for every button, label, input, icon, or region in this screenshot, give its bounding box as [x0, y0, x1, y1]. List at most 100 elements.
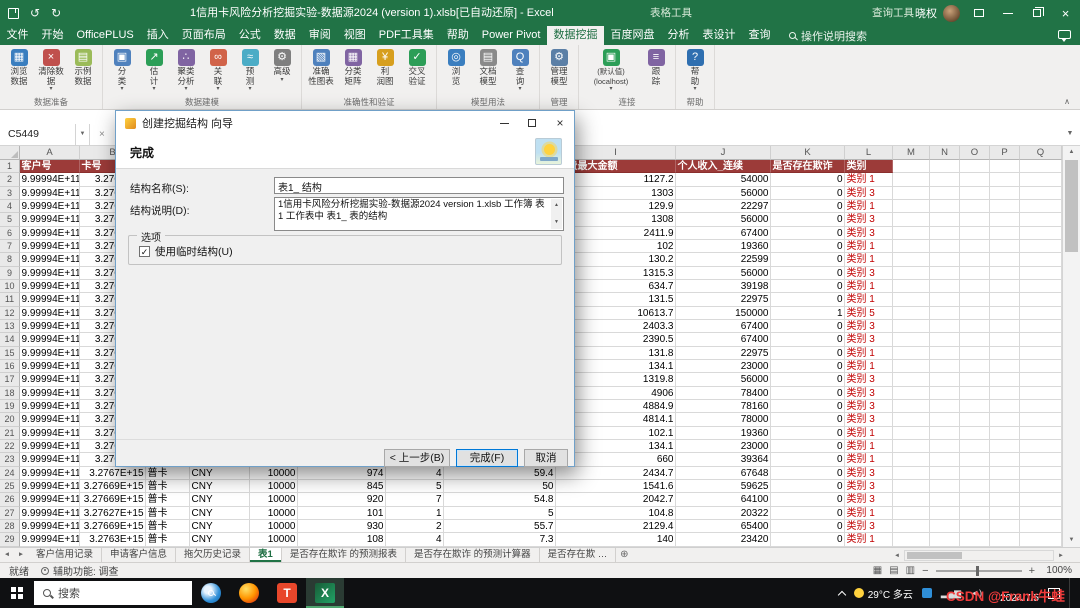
cell-O13[interactable]	[960, 319, 990, 334]
ribbon-tab-文件[interactable]: 文件	[0, 26, 35, 45]
cell-M3[interactable]	[893, 186, 930, 200]
cell-A21[interactable]: 9.99994E+11	[20, 426, 80, 440]
cell-Q21[interactable]	[1020, 426, 1062, 440]
cell-O26[interactable]	[960, 493, 990, 507]
cell-J8[interactable]: 22599	[676, 253, 771, 267]
cell-Q17[interactable]	[1020, 373, 1062, 387]
cell-N6[interactable]	[930, 226, 960, 240]
desc-scrollbar[interactable]: ▲ ▼	[551, 199, 562, 229]
cell-M22[interactable]	[893, 439, 930, 454]
cell-Q12[interactable]	[1020, 306, 1062, 320]
cell-P14[interactable]	[990, 333, 1020, 347]
cell-F27[interactable]: 101	[298, 506, 386, 520]
sheet-tab-是否存在欺诈 的预测计算器[interactable]: 是否存在欺诈 的预测计算器	[406, 548, 540, 562]
cell-N1[interactable]	[930, 160, 960, 174]
cell-J20[interactable]: 78000	[676, 413, 771, 427]
cell-E28[interactable]: 10000	[250, 519, 298, 534]
cell-F25[interactable]: 845	[298, 479, 386, 494]
cell-D27[interactable]: CNY	[190, 506, 250, 520]
cell-Q28[interactable]	[1020, 519, 1062, 534]
cell-O27[interactable]	[960, 506, 990, 520]
cell-Q24[interactable]	[1020, 466, 1062, 480]
cell-N20[interactable]	[930, 413, 960, 427]
cell-L13[interactable]: 类别 3	[845, 319, 893, 334]
cell-B27[interactable]: 3.27627E+15	[80, 506, 146, 520]
cell-F26[interactable]: 920	[298, 493, 386, 507]
cell-A17[interactable]: 9.99994E+11	[20, 373, 80, 387]
avatar[interactable]	[943, 4, 960, 22]
cell-O2[interactable]	[960, 173, 990, 187]
cell-O10[interactable]	[960, 279, 990, 294]
cell-J2[interactable]: 54000	[676, 173, 771, 187]
cell-K9[interactable]: 0	[771, 266, 845, 280]
cell-O8[interactable]	[960, 253, 990, 267]
cell-L14[interactable]: 类别 3	[845, 333, 893, 347]
cell-L22[interactable]: 类别 1	[845, 439, 893, 454]
cell-O17[interactable]	[960, 373, 990, 387]
cell-J4[interactable]: 22297	[676, 199, 771, 214]
sheet-tab-是否存在欺 …[interactable]: 是否存在欺 …	[540, 548, 617, 562]
account-area[interactable]: 晓权	[915, 0, 960, 26]
cell-A8[interactable]: 9.99994E+11	[20, 253, 80, 267]
new-sheet-button[interactable]: ⊕	[616, 548, 632, 562]
cell-K3[interactable]: 0	[771, 186, 845, 200]
dialog-close-button[interactable]: ×	[546, 111, 574, 135]
cell-O12[interactable]	[960, 306, 990, 320]
cell-P4[interactable]	[990, 199, 1020, 214]
cell-J17[interactable]: 56000	[676, 373, 771, 387]
row-header-4[interactable]: 4	[0, 199, 20, 214]
cell-L20[interactable]: 类别 3	[845, 413, 893, 427]
cell-I26[interactable]: 2042.7	[556, 493, 676, 507]
cell-N7[interactable]	[930, 239, 960, 254]
cell-A27[interactable]: 9.99994E+11	[20, 506, 80, 520]
cell-L19[interactable]: 类别 3	[845, 399, 893, 414]
cell-M5[interactable]	[893, 213, 930, 227]
cell-Q22[interactable]	[1020, 439, 1062, 454]
cell-O25[interactable]	[960, 479, 990, 494]
cell-J11[interactable]: 22975	[676, 293, 771, 307]
cell-I28[interactable]: 2129.4	[556, 519, 676, 534]
cell-N29[interactable]	[930, 533, 960, 547]
col-header-M[interactable]: M	[893, 146, 930, 160]
cell-P1[interactable]	[990, 160, 1020, 174]
cell-J24[interactable]: 67648	[676, 466, 771, 480]
minimize-button[interactable]	[993, 0, 1022, 26]
cell-G29[interactable]: 4	[386, 533, 444, 547]
cell-L10[interactable]: 类别 1	[845, 279, 893, 294]
cell-C29[interactable]: 普卡	[146, 533, 190, 547]
cell-A5[interactable]: 9.99994E+11	[20, 213, 80, 227]
hidden-icons-chevron-icon[interactable]	[837, 590, 846, 599]
estimate-button[interactable]: ↗ 估计 ▾	[138, 48, 170, 92]
cell-A23[interactable]: 9.99994E+11	[20, 453, 80, 467]
cell-K14[interactable]: 0	[771, 333, 845, 347]
cell-P28[interactable]	[990, 519, 1020, 534]
cell-Q9[interactable]	[1020, 266, 1062, 280]
cell-L5[interactable]: 类别 3	[845, 213, 893, 227]
cell-Q6[interactable]	[1020, 226, 1062, 240]
taskbar-app-search[interactable]	[192, 578, 230, 608]
cell-Q16[interactable]	[1020, 359, 1062, 374]
cell-A6[interactable]: 9.99994E+11	[20, 226, 80, 240]
ribbon-tab-审阅[interactable]: 审阅	[302, 26, 337, 45]
cell-C27[interactable]: 普卡	[146, 506, 190, 520]
row-header-29[interactable]: 29	[0, 533, 20, 547]
cell-K26[interactable]: 0	[771, 493, 845, 507]
model-browse-button[interactable]: ◎ 浏览	[440, 48, 472, 86]
taskbar-app-t[interactable]	[268, 578, 306, 608]
cell-O6[interactable]	[960, 226, 990, 240]
zoom-level[interactable]: 100%	[1042, 565, 1072, 576]
row-header-20[interactable]: 20	[0, 413, 20, 427]
sheet-tab-客户信用记录[interactable]: 客户信用记录	[28, 548, 103, 562]
taskbar-app-excel[interactable]	[306, 578, 344, 608]
cell-O11[interactable]	[960, 293, 990, 307]
ribbon-tab-开始[interactable]: 开始	[35, 26, 70, 45]
cell-F29[interactable]: 108	[298, 533, 386, 547]
cell-A4[interactable]: 9.99994E+11	[20, 199, 80, 214]
cell-K13[interactable]: 0	[771, 319, 845, 334]
cell-D25[interactable]: CNY	[190, 479, 250, 494]
cell-A28[interactable]: 9.99994E+11	[20, 519, 80, 534]
zoom-slider-thumb[interactable]	[975, 565, 979, 576]
cell-J21[interactable]: 19360	[676, 426, 771, 440]
cell-O7[interactable]	[960, 239, 990, 254]
browse-data-button[interactable]: ▦ 浏览 数据	[3, 48, 35, 86]
